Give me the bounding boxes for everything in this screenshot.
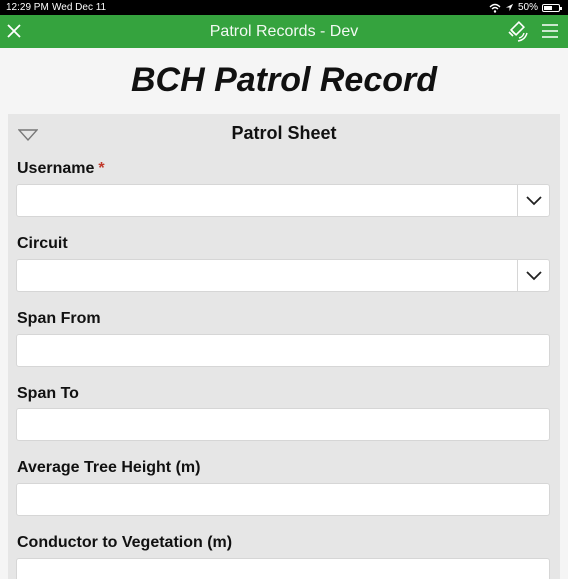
circuit-label: Circuit (17, 235, 68, 252)
status-date: Wed Dec 11 (52, 2, 107, 13)
app-bar: Patrol Records - Dev (0, 15, 568, 48)
location-arrow-icon (505, 3, 514, 12)
username-label: Username * (17, 160, 105, 178)
span-to-label: Span To (17, 385, 79, 402)
chevron-down-icon (525, 270, 542, 280)
status-bar: 12:29 PM Wed Dec 11 50% (0, 0, 568, 15)
satellite-gps-icon[interactable] (506, 20, 528, 42)
patrol-sheet-section: Patrol Sheet Username * Circuit Span Fro… (8, 114, 560, 579)
chevron-down-icon (525, 195, 542, 205)
form-content: BCH Patrol Record Patrol Sheet Username *… (0, 48, 568, 579)
battery-percent: 50% (517, 2, 538, 13)
average-tree-height-field[interactable] (16, 483, 550, 516)
span-to-field[interactable] (16, 408, 550, 441)
username-dropdown-button[interactable] (517, 185, 549, 216)
conductor-to-vegetation-label: Conductor to Vegetation (m) (17, 534, 233, 551)
conductor-to-vegetation-field[interactable] (16, 558, 550, 579)
username-select[interactable] (16, 184, 550, 217)
required-marker: * (98, 160, 105, 177)
battery-icon (542, 3, 562, 12)
circuit-select[interactable] (16, 259, 550, 292)
wifi-icon (489, 3, 501, 13)
app-title: Patrol Records - Dev (209, 23, 359, 40)
section-header[interactable]: Patrol Sheet (8, 114, 560, 154)
status-indicators: 50% (489, 0, 562, 15)
span-from-label: Span From (17, 310, 101, 327)
average-tree-height-label: Average Tree Height (m) (17, 459, 201, 476)
form-title: BCH Patrol Record (130, 61, 438, 99)
section-title: Patrol Sheet (231, 123, 337, 143)
span-from-field[interactable] (16, 334, 550, 367)
username-label-text: Username (17, 160, 95, 177)
status-time: 12:29 PM (6, 2, 49, 13)
hamburger-menu-icon[interactable] (540, 22, 560, 40)
circuit-dropdown-button[interactable] (517, 260, 549, 291)
